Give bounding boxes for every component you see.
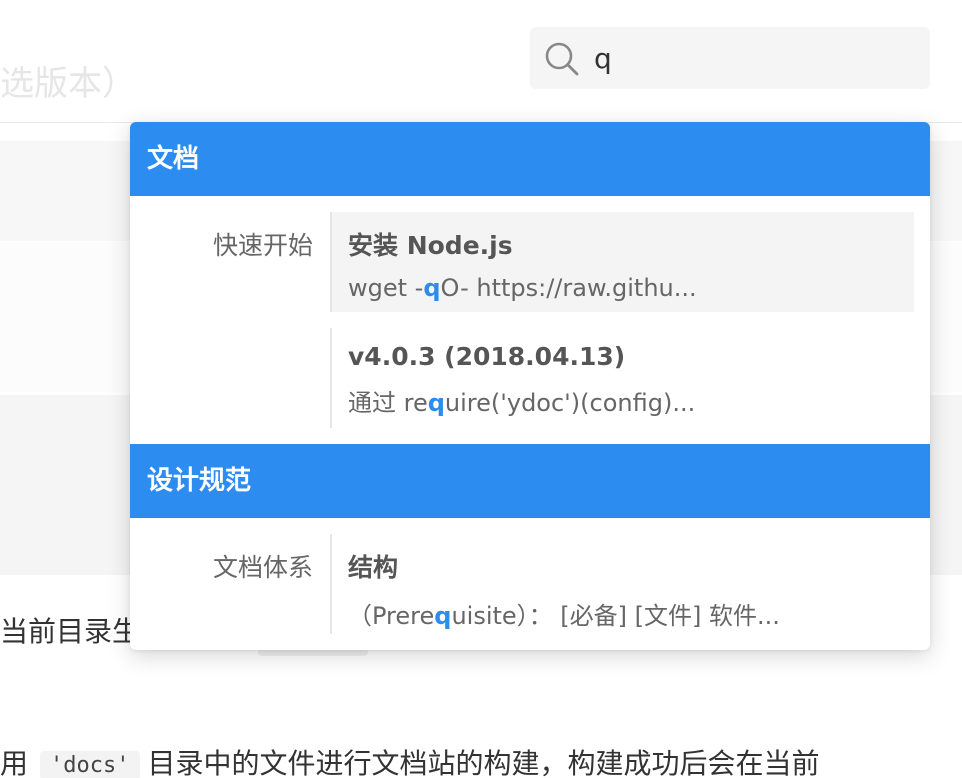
match-highlight: q <box>427 389 445 417</box>
result-description: （Prerequisite）： [必备] [文件] 软件... <box>348 602 780 630</box>
body-text-line: 用 'docs' 目录中的文件进行文档站的构建，构建成功后会在当前 <box>0 742 820 778</box>
subcategory-label: 快速开始 <box>212 231 313 260</box>
result-title: 结构 <box>348 553 399 582</box>
search-box[interactable] <box>530 27 930 89</box>
search-input[interactable] <box>594 37 914 79</box>
subcategory-label: 文档体系 <box>212 553 313 582</box>
category-header-docs: 文档 <box>130 122 930 196</box>
result-title: v4.0.3 (2018.04.13) <box>348 342 626 371</box>
page: 选版本） 当前目录生 用 'docs'目录中的文件进行文档站的构建，构建成功后会在… <box>0 0 962 778</box>
result-title: 安装 Node.js <box>348 231 513 260</box>
inline-code: 'docs' <box>40 750 140 778</box>
match-highlight: q <box>434 602 452 630</box>
search-icon <box>545 42 579 76</box>
search-result-item[interactable]: 安装 Node.js wget -qO- https://raw.githu..… <box>332 212 914 312</box>
result-description: 通过 require('ydoc')(config)... <box>348 389 696 417</box>
body-text: 用 <box>0 747 29 778</box>
search-result-item[interactable]: 结构 （Prerequisite）： [必备] [文件] 软件... <box>332 534 914 634</box>
category-header-design-spec: 设计规范 <box>130 444 930 518</box>
page-title-fragment: 选版本） <box>0 64 136 104</box>
search-result-item[interactable]: v4.0.3 (2018.04.13) 通过 require('ydoc')(c… <box>332 328 914 428</box>
match-highlight: q <box>423 274 441 302</box>
body-text-line: 当前目录生 <box>0 615 141 648</box>
body-text: 目录中的文件进行文档站的构建，构建成功后会在当前 <box>147 747 820 778</box>
result-description: wget -qO- https://raw.githu... <box>348 274 697 302</box>
search-results-dropdown: 文档 快速开始 安装 Node.js wget -qO- https://raw… <box>130 122 930 650</box>
top-header: 选版本） <box>0 0 962 123</box>
